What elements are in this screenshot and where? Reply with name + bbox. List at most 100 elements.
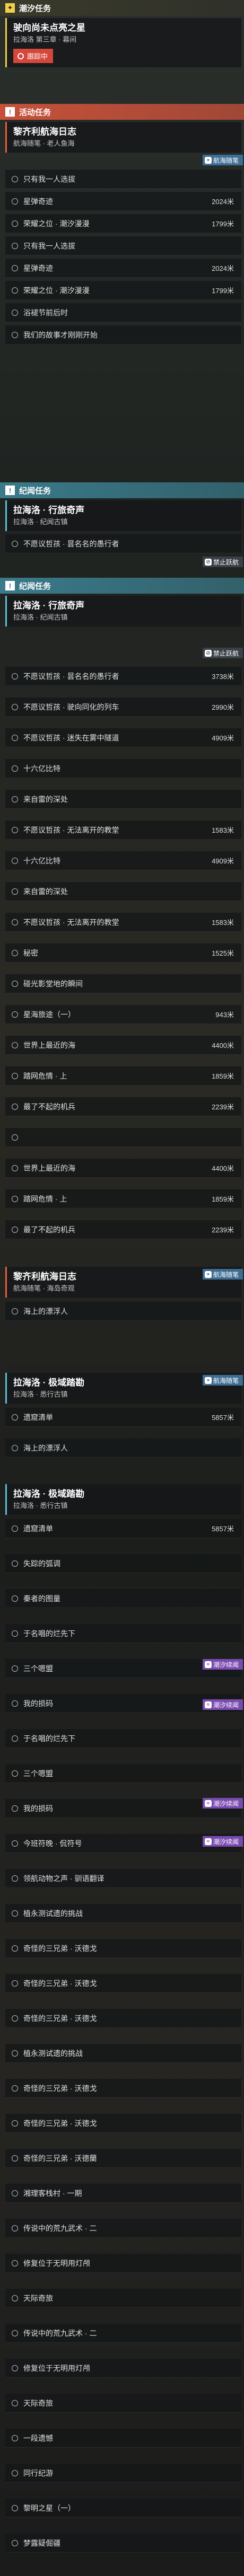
objective-item[interactable]: 荣耀之位 · 潮汐漫漫 1799米 [5, 214, 241, 233]
objective-item[interactable]: 踏网危情 · 上 1859米 [5, 1066, 241, 1086]
circle-icon [12, 2225, 18, 2231]
section-activity-header[interactable]: ! 活动任务 [0, 104, 244, 120]
objective-item[interactable]: 星弹奇迹 2024米 [5, 259, 241, 278]
objective-item[interactable]: 来自雷的深处 [5, 882, 241, 901]
no-jump-tag: ⊘ 禁止跃航 [202, 557, 243, 567]
section-jiwen-header[interactable]: ! 纪闻任务 [0, 482, 244, 498]
objective-item[interactable]: 天际奇旅 [5, 2289, 241, 2308]
circle-icon [12, 1103, 18, 1110]
circle-icon [12, 734, 18, 741]
objective-item[interactable]: 奇怪的三兄弟 · 沃德戈 [5, 2079, 241, 2098]
tide-tag: ≈ 潮汐续闻 [202, 1659, 243, 1670]
objective-item[interactable]: 遗窟清单 5857米 [5, 1519, 241, 1538]
section-jiwen-header-2[interactable]: ! 纪闻任务 [0, 578, 244, 594]
circle-icon [12, 2120, 18, 2127]
objective-item[interactable]: 不愿议哲孩 · 迷失在雾中隧道 4909米 [5, 728, 241, 747]
circle-icon [12, 1875, 18, 1882]
objective-item[interactable]: 荣耀之位 · 潮汐漫漫 1799米 [5, 281, 241, 300]
quest-card-log[interactable]: 黎齐利航海日志 航海随笔 · 老人鱼海 [5, 122, 241, 153]
objective-item[interactable]: 海上的漂浮人 [5, 1302, 241, 1321]
objective-item[interactable]: 碰光影堂地的瞬间 [5, 974, 241, 993]
objective-item[interactable]: 奇怪的三兄弟 · 沃德戈 [5, 1939, 241, 1958]
objective-item[interactable]: 踏网危情 · 上 1859米 [5, 1189, 241, 1208]
objective-item[interactable]: 传说中的荒九武术 · 二 [5, 2324, 241, 2343]
objective-item[interactable]: 星海旅途（一） 943米 [5, 1005, 241, 1024]
objective-item[interactable]: 黎明之星（一） [5, 2499, 241, 2518]
objective-item[interactable]: 奇怪的三兄弟 · 沃德蘭 [5, 2149, 241, 2168]
circle-icon [12, 264, 18, 271]
objective-text: 星弹奇迹 [23, 263, 53, 272]
objective-item[interactable]: 只有我一人选拔 [5, 236, 241, 255]
objective-item[interactable]: 修复位于无明用灯颅 [5, 2254, 241, 2273]
objective-distance: 1583米 [212, 919, 234, 927]
star-icon: ✦ [5, 3, 15, 13]
objective-item[interactable]: 于名唱的烂先下 [5, 1729, 241, 1748]
objective-item[interactable]: 浴褪节前后时 [5, 303, 241, 322]
objective-item[interactable]: 湘理客栈村 · 一期 [5, 2184, 241, 2203]
objective-distance: 2239米 [212, 1103, 234, 1111]
objective-item[interactable]: 植永测试遗的挑战 [5, 1904, 241, 1923]
circle-icon [12, 826, 18, 833]
objective-item[interactable]: 三个嗯盟 [5, 1764, 241, 1783]
circle-icon [12, 1805, 18, 1812]
objective-item[interactable]: 世界上最近的海 4400米 [5, 1159, 241, 1178]
objective-item[interactable]: 不愿议哲孩 · 昙名名的愚行者 [5, 534, 241, 553]
objective-text: 领航动物之声 · 驯语翻译 [23, 1874, 104, 1883]
objective-item[interactable]: 最了不起的机兵 2239米 [5, 1220, 241, 1239]
objective-item[interactable]: 传说中的荒九武术 · 二 [5, 2219, 241, 2238]
objective-item[interactable]: 星弹奇迹 2024米 [5, 192, 241, 211]
quest-card-travel-2[interactable]: 拉海洛 · 行旅奇声 拉海洛 · 纪闻古镇 [5, 596, 241, 627]
objective-text: 秘密 [23, 948, 38, 957]
objective-item[interactable]: 失踪的弧调 [5, 1554, 241, 1573]
objective-item[interactable] [5, 1128, 241, 1147]
objective-item[interactable]: 天际奇旅 [5, 2394, 241, 2413]
objective-item[interactable]: 十六亿比特 4909米 [5, 851, 241, 870]
objective-item[interactable]: 海上的漂浮人 [5, 1439, 241, 1458]
quest-card-travel[interactable]: 拉海洛 · 行旅奇声 拉海洛 · 纪闻古镇 [5, 500, 241, 531]
objective-item[interactable]: 梦露疑倔疆 [5, 2534, 241, 2553]
circle-icon [12, 2365, 18, 2371]
objective-item[interactable]: 遗窟清单 5857米 [5, 1408, 241, 1427]
quest-subtitle: 拉海洛 第三章 · 幕间 [13, 36, 77, 43]
section-chaoxi-header[interactable]: ✦ 潮汐任务 [0, 0, 244, 16]
objective-text: 荣耀之位 · 潮汐漫漫 [23, 286, 90, 295]
circle-icon [12, 1735, 18, 1742]
objective-item[interactable]: 不愿议哲孩 · 无法离开的教堂 1583米 [5, 821, 241, 840]
objective-item[interactable]: 不愿议哲孩 · 驶向同化的列车 2990米 [5, 698, 241, 717]
tracking-button[interactable]: 跟踪中 [13, 49, 54, 63]
objective-item[interactable]: 不愿议哲孩 · 无法离开的教堂 1583米 [5, 913, 241, 932]
circle-icon [12, 2155, 18, 2162]
objective-item[interactable]: 奇怪的三兄弟 · 沃德戈 [5, 2114, 241, 2133]
objective-item[interactable]: 只有我一人选拔 [5, 170, 241, 189]
objective-text: 我们的故事才刚刚开始 [23, 330, 98, 339]
objective-item[interactable]: 领航动物之声 · 驯语翻译 [5, 1869, 241, 1888]
objective-item[interactable]: 十六亿比特 [5, 759, 241, 778]
circle-icon [12, 1595, 18, 1602]
objective-item[interactable]: 奇怪的三兄弟 · 沃德戈 [5, 2009, 241, 2028]
objective-text: 遗窟清单 [23, 1413, 53, 1422]
objective-item[interactable]: 我们的故事才刚刚开始 [5, 325, 241, 345]
quest-card-main[interactable]: 驶向尚未点亮之星 拉海洛 第三章 · 幕间 跟踪中 [5, 18, 241, 67]
wave-icon: ≈ [204, 1838, 212, 1845]
circle-icon [12, 703, 18, 710]
objective-item[interactable]: 植永测试遗的挑战 [5, 2044, 241, 2063]
objective-item[interactable]: 来自雷的深处 [5, 790, 241, 809]
objective-item[interactable]: 世界上最近的海 4400米 [5, 1036, 241, 1055]
objective-item[interactable]: 奇怪的三兄弟 · 沃德戈 [5, 1974, 241, 1993]
circle-icon [12, 1665, 18, 1672]
objective-item[interactable]: 于名唱的烂先下 [5, 1624, 241, 1643]
quest-card-explore-2[interactable]: 拉海洛 · 极域踏勘 拉海洛 · 悉行古镇 [5, 1484, 241, 1515]
objective-item[interactable]: 秘密 1525米 [5, 943, 241, 963]
objective-item[interactable]: 一段遗憾 [5, 2429, 241, 2448]
circle-icon [12, 1910, 18, 1917]
objective-item[interactable]: 最了不起的机兵 2239米 [5, 1097, 241, 1116]
objective-text: 天际奇旅 [23, 2398, 53, 2407]
objective-item[interactable]: 不愿议哲孩 · 昙名名的愚行者 3738米 [5, 667, 241, 686]
circle-icon [12, 1308, 18, 1315]
objective-text: 奇怪的三兄弟 · 沃德戈 [23, 1979, 97, 1988]
objective-item[interactable]: 秦者的图量 [5, 1589, 241, 1608]
objective-text: 十六亿比特 [23, 764, 60, 773]
objective-item[interactable]: 修复位于无明用灯颅 [5, 2359, 241, 2378]
circle-icon [12, 1980, 18, 1987]
objective-item[interactable]: 同行纪游 [5, 2464, 241, 2483]
